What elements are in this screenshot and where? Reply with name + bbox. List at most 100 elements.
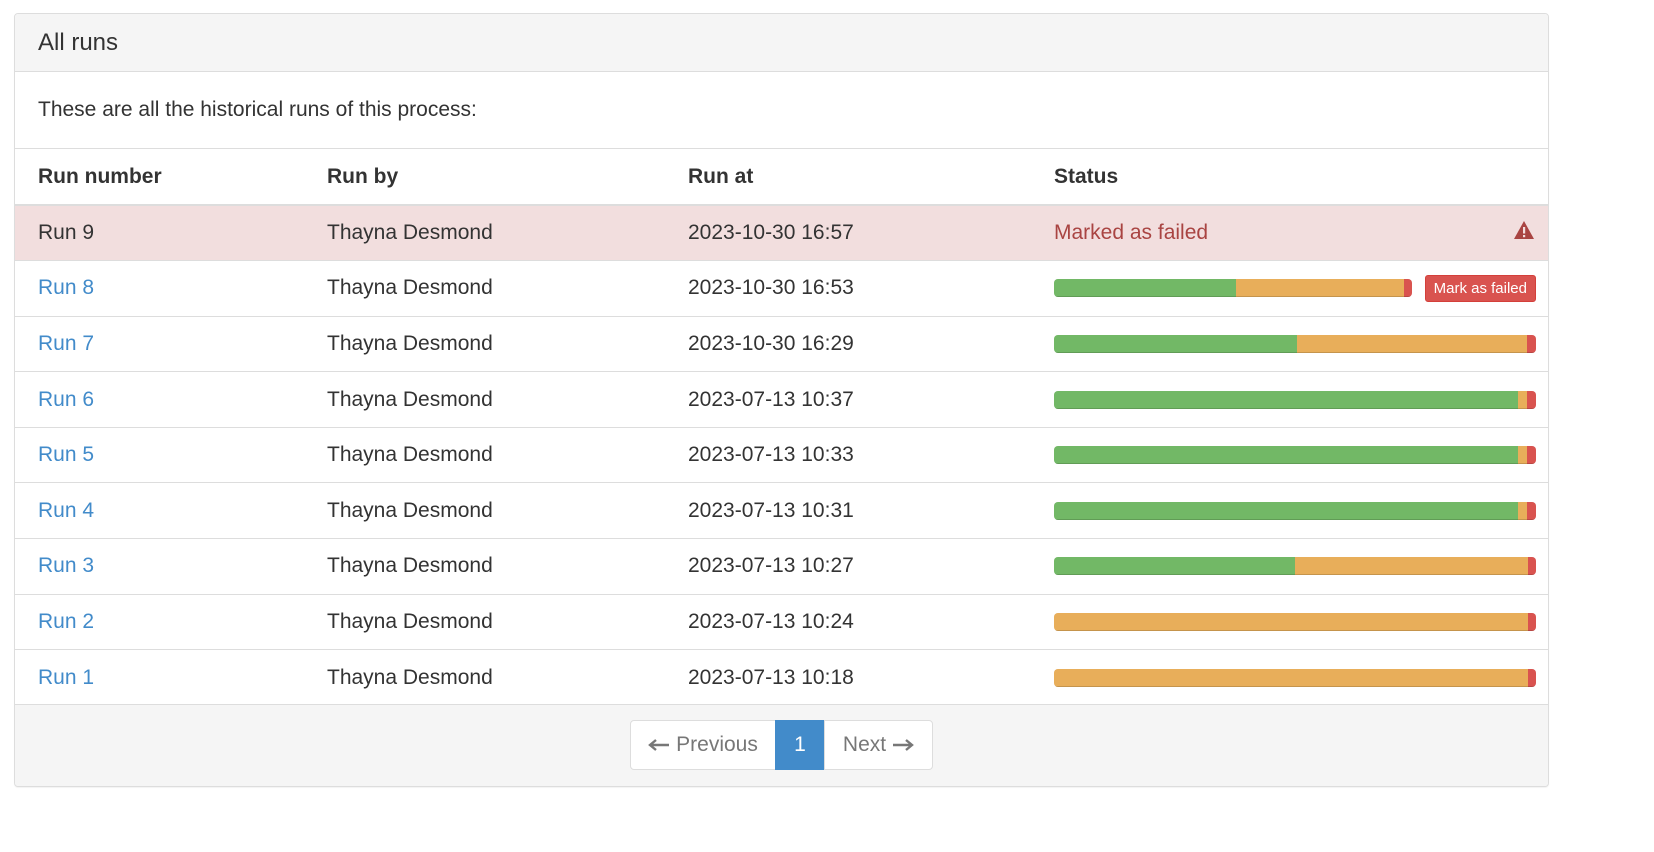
status-progress-bar xyxy=(1054,557,1536,576)
next-page-button[interactable]: Next xyxy=(824,720,933,770)
table-row: Run 9 Thayna Desmond 2023-10-30 16:57 Marke… xyxy=(15,204,1548,261)
panel-footer: Previous 1 Next xyxy=(15,704,1548,786)
table-row: Run 1 Thayna Desmond 2023-07-13 10:18 xyxy=(15,649,1548,706)
arrow-right-icon xyxy=(892,738,914,752)
progress-segment-danger xyxy=(1528,612,1536,631)
runs-table-body: Run 9 Thayna Desmond 2023-10-30 16:57 Marke… xyxy=(15,204,1548,706)
status-wrap xyxy=(1054,612,1536,631)
cell-status: Marked as failed xyxy=(1031,204,1548,261)
table-row: Run 6 Thayna Desmond 2023-07-13 10:37 xyxy=(15,371,1548,428)
progress-segment-warning xyxy=(1297,334,1528,353)
cell-run-by: Thayna Desmond xyxy=(304,649,665,706)
cell-run-number: Run 5 xyxy=(15,426,304,483)
cell-run-at: 2023-07-13 10:33 xyxy=(665,426,1031,483)
progress-segment-danger xyxy=(1528,557,1536,576)
pagination: Previous 1 Next xyxy=(630,720,933,770)
cell-run-number: Run 2 xyxy=(15,593,304,650)
cell-run-at: 2023-07-13 10:27 xyxy=(665,538,1031,595)
run-link[interactable]: Run 3 xyxy=(38,554,94,577)
cell-status: Mark as failed xyxy=(1031,260,1548,317)
cell-run-by: Thayna Desmond xyxy=(304,482,665,539)
progress-segment-danger xyxy=(1528,668,1536,687)
progress-segment-warning xyxy=(1517,501,1528,520)
cell-run-at: 2023-07-13 10:31 xyxy=(665,482,1031,539)
cell-run-by: Thayna Desmond xyxy=(304,204,665,261)
previous-page-button[interactable]: Previous xyxy=(630,720,776,770)
cell-run-number: Run 1 xyxy=(15,649,304,706)
progress-segment-success xyxy=(1054,557,1295,576)
run-link[interactable]: Run 4 xyxy=(38,499,94,522)
cell-run-number: Run 4 xyxy=(15,482,304,539)
cell-status xyxy=(1031,371,1548,428)
previous-label: Previous xyxy=(676,733,758,756)
cell-run-by: Thayna Desmond xyxy=(304,426,665,483)
status-failed-text: Marked as failed xyxy=(1054,221,1209,245)
arrow-left-icon xyxy=(648,738,670,752)
run-link[interactable]: Run 5 xyxy=(38,443,94,466)
progress-segment-warning xyxy=(1054,668,1529,687)
progress-segment-danger xyxy=(1527,334,1536,353)
cell-run-number: Run 9 xyxy=(15,204,304,261)
cell-run-at: 2023-10-30 16:57 xyxy=(665,204,1031,261)
status-progress-bar xyxy=(1054,612,1536,631)
status-wrap xyxy=(1054,668,1536,687)
header-run-number: Run number xyxy=(15,149,304,206)
progress-segment-success xyxy=(1054,334,1298,353)
panel-heading: All runs xyxy=(15,14,1548,72)
run-link[interactable]: Run 7 xyxy=(38,332,94,355)
cell-run-by: Thayna Desmond xyxy=(304,593,665,650)
cell-run-number: Run 3 xyxy=(15,538,304,595)
status-progress-bar xyxy=(1054,668,1536,687)
progress-segment-danger xyxy=(1527,501,1536,520)
progress-segment-success xyxy=(1054,390,1518,409)
page-1-button[interactable]: 1 xyxy=(775,720,825,770)
status-progress-bar xyxy=(1054,501,1536,520)
progress-segment-warning xyxy=(1054,612,1529,631)
progress-segment-danger xyxy=(1404,279,1412,298)
panel-intro: These are all the historical runs of thi… xyxy=(15,72,1548,149)
cell-run-at: 2023-10-30 16:53 xyxy=(665,260,1031,317)
progress-segment-warning xyxy=(1517,446,1528,465)
status-progress-bar xyxy=(1054,446,1536,465)
progress-segment-danger xyxy=(1527,446,1536,465)
next-label: Next xyxy=(842,733,887,756)
cell-run-by: Thayna Desmond xyxy=(304,538,665,595)
cell-status xyxy=(1031,649,1548,706)
table-row: Run 2 Thayna Desmond 2023-07-13 10:24 xyxy=(15,593,1548,650)
cell-run-by: Thayna Desmond xyxy=(304,315,665,372)
header-run-by: Run by xyxy=(304,149,665,206)
cell-status xyxy=(1031,315,1548,372)
progress-segment-success xyxy=(1054,446,1518,465)
progress-segment-warning xyxy=(1295,557,1529,576)
cell-run-at: 2023-07-13 10:24 xyxy=(665,593,1031,650)
status-wrap xyxy=(1054,557,1536,576)
header-run-at: Run at xyxy=(665,149,1031,206)
run-link[interactable]: Run 6 xyxy=(38,388,94,411)
status-wrap xyxy=(1054,334,1536,353)
progress-segment-success xyxy=(1054,501,1518,520)
cell-status xyxy=(1031,426,1548,483)
intro-text: These are all the historical runs of thi… xyxy=(38,98,477,121)
status-wrap: Marked as failed xyxy=(1054,221,1536,245)
mark-as-failed-button[interactable]: Mark as failed xyxy=(1424,274,1536,302)
status-progress-bar xyxy=(1054,334,1536,353)
cell-status xyxy=(1031,593,1548,650)
table-row: Run 8 Thayna Desmond 2023-10-30 16:53 Mark … xyxy=(15,260,1548,317)
cell-run-by: Thayna Desmond xyxy=(304,260,665,317)
run-number-text: Run 9 xyxy=(38,221,95,245)
cell-status xyxy=(1031,482,1548,539)
cell-run-at: 2023-07-13 10:37 xyxy=(665,371,1031,428)
cell-status xyxy=(1031,538,1548,595)
cell-run-number: Run 7 xyxy=(15,315,304,372)
run-link[interactable]: Run 8 xyxy=(38,276,94,299)
progress-segment-success xyxy=(1054,279,1237,298)
table-row: Run 3 Thayna Desmond 2023-07-13 10:27 xyxy=(15,538,1548,595)
run-link[interactable]: Run 1 xyxy=(38,666,94,689)
all-runs-panel: All runs These are all the historical ru… xyxy=(14,13,1549,787)
cell-run-number: Run 8 xyxy=(15,260,304,317)
table-row: Run 4 Thayna Desmond 2023-07-13 10:31 xyxy=(15,482,1548,539)
cell-run-by: Thayna Desmond xyxy=(304,371,665,428)
run-link[interactable]: Run 2 xyxy=(38,610,94,633)
status-progress-bar xyxy=(1054,390,1536,409)
warning-triangle-icon xyxy=(1513,220,1535,246)
